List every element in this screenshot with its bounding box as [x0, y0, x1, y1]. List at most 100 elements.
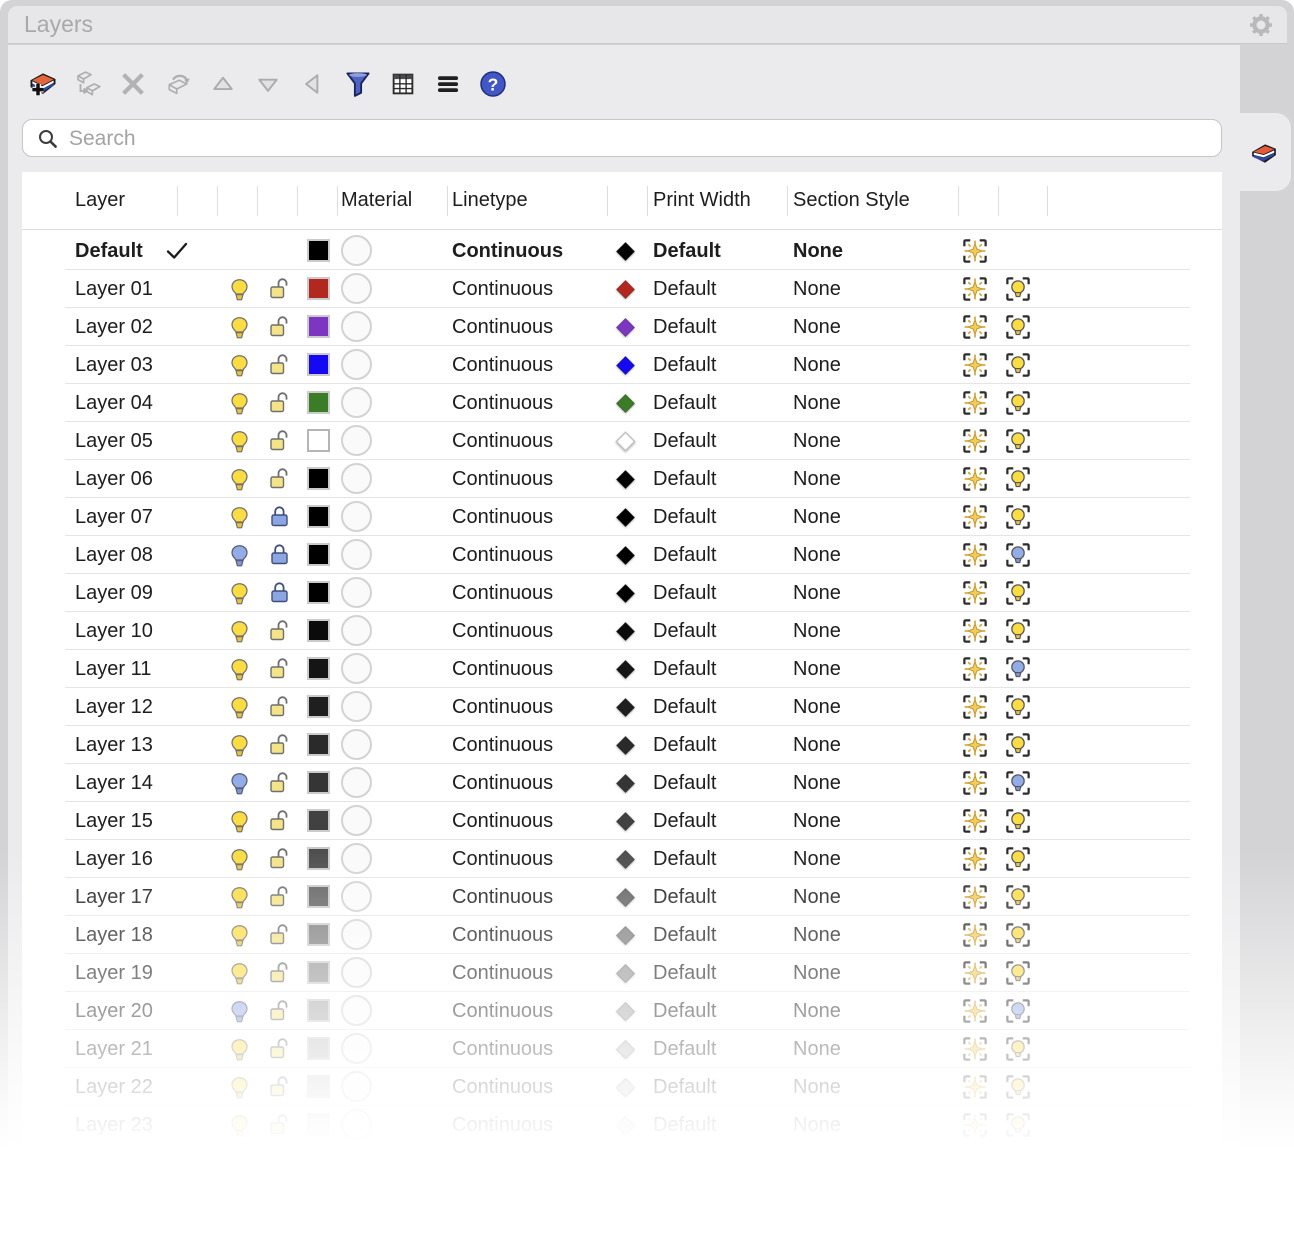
linetype-value[interactable]: Continuous — [452, 992, 602, 1030]
lock-icon[interactable] — [260, 498, 298, 536]
linetype-value[interactable]: Continuous — [452, 536, 602, 574]
table-row[interactable]: Default Continuous Default None — [22, 232, 1222, 270]
layer-color-swatch[interactable] — [298, 460, 338, 498]
detail-visibility-star-icon[interactable] — [956, 650, 993, 688]
detail-visibility-star-icon[interactable] — [956, 346, 993, 384]
section-style-value[interactable]: None — [793, 688, 943, 726]
visibility-bulb-icon[interactable] — [220, 422, 258, 460]
print-width-value[interactable]: Default — [653, 650, 783, 688]
linetype-value[interactable]: Continuous — [452, 384, 602, 422]
material-circle[interactable] — [336, 574, 376, 612]
detail-visibility-star-icon[interactable] — [956, 840, 993, 878]
detail-visibility-star-icon[interactable] — [956, 916, 993, 954]
print-width-value[interactable]: Default — [653, 498, 783, 536]
linetype-value[interactable]: Continuous — [452, 1068, 602, 1106]
header-material[interactable]: Material — [341, 172, 412, 228]
visibility-bulb-icon[interactable] — [220, 764, 258, 802]
material-circle[interactable] — [336, 270, 376, 308]
table-row[interactable]: Layer 09 Continuous Default None — [22, 574, 1222, 612]
section-style-value[interactable]: None — [793, 1030, 943, 1068]
material-circle[interactable] — [336, 840, 376, 878]
material-circle[interactable] — [336, 992, 376, 1030]
table-row[interactable]: Layer 04 Continuous Default None — [22, 384, 1222, 422]
table-row[interactable]: Layer 08 Continuous Default None — [22, 536, 1222, 574]
layers-panel-tab[interactable] — [1238, 113, 1291, 191]
header-layer[interactable]: Layer — [75, 172, 125, 228]
lock-icon[interactable] — [260, 1030, 298, 1068]
duplicate-layer-button[interactable] — [161, 67, 195, 101]
detail-visibility-star-icon[interactable] — [956, 232, 993, 270]
visibility-bulb-icon[interactable] — [220, 916, 258, 954]
detail-bulb-icon[interactable] — [999, 992, 1036, 1030]
section-style-value[interactable]: None — [793, 916, 943, 954]
detail-visibility-star-icon[interactable] — [956, 992, 993, 1030]
detail-visibility-star-icon[interactable] — [956, 726, 993, 764]
section-style-value[interactable]: None — [793, 270, 943, 308]
detail-visibility-star-icon[interactable] — [956, 1106, 993, 1144]
detail-bulb-icon[interactable] — [999, 1106, 1036, 1144]
detail-bulb-icon[interactable] — [999, 916, 1036, 954]
print-width-value[interactable]: Default — [653, 954, 783, 992]
lock-icon[interactable] — [260, 878, 298, 916]
print-width-value[interactable]: Default — [653, 612, 783, 650]
print-width-value[interactable]: Default — [653, 346, 783, 384]
detail-bulb-icon[interactable] — [999, 650, 1036, 688]
print-width-value[interactable]: Default — [653, 878, 783, 916]
table-row[interactable]: Layer 17 Continuous Default None — [22, 878, 1222, 916]
material-circle[interactable] — [336, 422, 376, 460]
header-print-width[interactable]: Print Width — [653, 172, 751, 228]
lock-icon[interactable] — [260, 346, 298, 384]
table-row[interactable]: Layer 10 Continuous Default None — [22, 612, 1222, 650]
visibility-bulb-icon[interactable] — [220, 498, 258, 536]
visibility-bulb-icon[interactable] — [220, 308, 258, 346]
print-width-value[interactable]: Default — [653, 308, 783, 346]
section-style-value[interactable]: None — [793, 840, 943, 878]
layer-color-swatch[interactable] — [298, 498, 338, 536]
print-width-value[interactable]: Default — [653, 270, 783, 308]
visibility-bulb-icon[interactable] — [220, 1068, 258, 1106]
section-style-value[interactable]: None — [793, 574, 943, 612]
detail-bulb-icon[interactable] — [999, 308, 1036, 346]
print-width-value[interactable]: Default — [653, 840, 783, 878]
layer-color-swatch[interactable] — [298, 1106, 338, 1144]
visibility-bulb-icon[interactable] — [220, 954, 258, 992]
lock-icon[interactable] — [260, 992, 298, 1030]
new-sublayer-button[interactable] — [71, 67, 105, 101]
detail-visibility-star-icon[interactable] — [956, 612, 993, 650]
search-input[interactable] — [67, 121, 1201, 157]
demote-layer-button[interactable] — [296, 67, 330, 101]
detail-bulb-icon[interactable] — [999, 688, 1036, 726]
detail-visibility-star-icon[interactable] — [956, 688, 993, 726]
print-width-value[interactable]: Default — [653, 460, 783, 498]
material-circle[interactable] — [336, 878, 376, 916]
linetype-value[interactable]: Continuous — [452, 764, 602, 802]
new-layer-button[interactable] — [26, 67, 60, 101]
material-circle[interactable] — [336, 232, 376, 270]
print-width-value[interactable]: Default — [653, 232, 783, 270]
print-width-value[interactable]: Default — [653, 384, 783, 422]
layer-color-swatch[interactable] — [298, 1068, 338, 1106]
detail-bulb-icon[interactable] — [999, 346, 1036, 384]
lock-icon[interactable] — [260, 916, 298, 954]
detail-bulb-icon[interactable] — [999, 270, 1036, 308]
print-width-value[interactable]: Default — [653, 764, 783, 802]
lock-icon[interactable] — [260, 688, 298, 726]
detail-visibility-star-icon[interactable] — [956, 308, 993, 346]
detail-visibility-star-icon[interactable] — [956, 536, 993, 574]
section-style-value[interactable]: None — [793, 992, 943, 1030]
section-style-value[interactable]: None — [793, 954, 943, 992]
material-circle[interactable] — [336, 346, 376, 384]
detail-bulb-icon[interactable] — [999, 1068, 1036, 1106]
detail-bulb-icon[interactable] — [999, 574, 1036, 612]
material-circle[interactable] — [336, 764, 376, 802]
table-row[interactable]: Layer 05 Continuous Default None — [22, 422, 1222, 460]
table-row[interactable]: Layer 02 Continuous Default None — [22, 308, 1222, 346]
layer-color-swatch[interactable] — [298, 422, 338, 460]
lock-icon[interactable] — [260, 1068, 298, 1106]
table-row[interactable]: Layer 21 Continuous Default None — [22, 1030, 1222, 1068]
detail-visibility-star-icon[interactable] — [956, 802, 993, 840]
linetype-value[interactable]: Continuous — [452, 726, 602, 764]
lock-icon[interactable] — [260, 612, 298, 650]
detail-visibility-star-icon[interactable] — [956, 1030, 993, 1068]
lock-icon[interactable] — [260, 422, 298, 460]
